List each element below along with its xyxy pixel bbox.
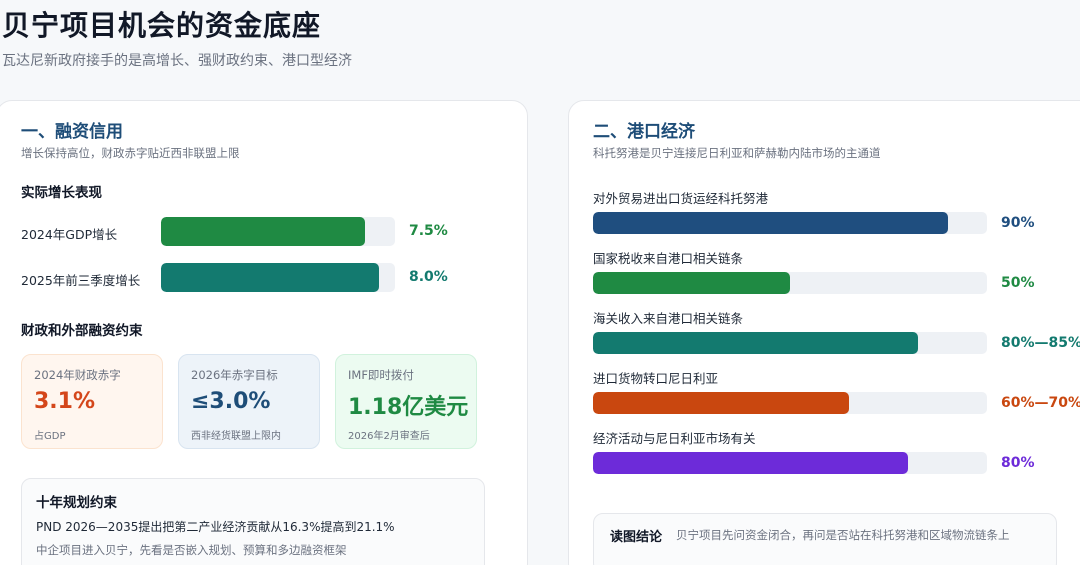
port-bar-label: 海关收入来自港口相关链条 [593, 311, 744, 326]
port-bar-value: 60%—70% [1001, 395, 1080, 411]
port-bar-track [593, 332, 987, 354]
conclusion-box: 读图结论 贝宁项目先问资金闭合，再问是否站在科托努港和区域物流链条上 [593, 513, 1057, 565]
financing-section-title: 一、融资信用 [21, 122, 123, 142]
growth-row-label: 2025年前三季度增长 [21, 273, 141, 288]
conclusion-label: 读图结论 [610, 530, 663, 545]
stat-label: 2024年财政赤字 [34, 368, 121, 382]
stat-label: 2026年赤字目标 [191, 368, 278, 382]
port-bar-fill [593, 212, 948, 234]
port-bar-value: 50% [1001, 275, 1035, 291]
port-bar-value: 80%—85% [1001, 335, 1080, 351]
stat-value: ≤3.0% [191, 389, 271, 414]
conclusion-text: 贝宁项目先问资金闭合，再问是否站在科托努港和区域物流链条上 [676, 528, 1010, 542]
stat-value: 3.1% [34, 389, 96, 414]
growth-row-label: 2024年GDP增长 [21, 227, 118, 242]
port-section-subtitle: 科托努港是贝宁连接尼日利亚和萨赫勒内陆市场的主通道 [593, 146, 881, 160]
port-bar-fill [593, 272, 790, 294]
port-bar-value: 80% [1001, 455, 1035, 471]
port-bar-label: 对外贸易进出口货运经科托努港 [593, 191, 769, 206]
stat-note: 占GDP [34, 431, 66, 442]
growth-bar-track [161, 217, 395, 246]
growth-bar-fill [161, 263, 379, 292]
port-bar-track [593, 212, 987, 234]
port-bar-label: 经济活动与尼日利亚市场有关 [593, 431, 756, 446]
stat-value: 1.18亿美元 [348, 395, 469, 420]
plan-note: 中企项目进入贝宁，先看是否嵌入规划、预算和多边融资框架 [36, 543, 347, 557]
ten-year-plan-box: 十年规划约束 PND 2026—2035提出把第二产业经济贡献从16.3%提高到… [21, 478, 485, 565]
page-title: 贝宁项目机会的资金底座 [2, 9, 322, 42]
stat-note: 西非经货联盟上限内 [191, 431, 281, 442]
port-bar-track [593, 272, 987, 294]
port-bar-label: 国家税收来自港口相关链条 [593, 251, 744, 266]
financing-credit-card: 一、融资信用 增长保持高位，财政赤字贴近西非联盟上限 实际增长表现 2024年G… [0, 100, 528, 565]
stat-card-deficit-target-2026: 2026年赤字目标 ≤3.0% 西非经货联盟上限内 [178, 354, 320, 449]
port-bar-track [593, 392, 987, 414]
port-bar-fill [593, 332, 919, 354]
stat-label: IMF即时拨付 [348, 368, 414, 382]
port-bar-label: 进口货物转口尼日利亚 [593, 371, 719, 386]
fiscal-group-title: 财政和外部融资约束 [21, 323, 143, 339]
page-subtitle: 瓦达尼新政府接手的是高增长、强财政约束、港口型经济 [2, 53, 352, 69]
plan-detail: PND 2026—2035提出把第二产业经济贡献从16.3%提高到21.1% [36, 520, 395, 534]
plan-title: 十年规划约束 [36, 495, 117, 511]
stat-card-deficit-2024: 2024年财政赤字 3.1% 占GDP [21, 354, 163, 449]
port-bar-fill [593, 452, 909, 474]
port-economy-card: 二、港口经济 科托努港是贝宁连接尼日利亚和萨赫勒内陆市场的主通道 对外贸易进出口… [568, 100, 1080, 565]
stat-note: 2026年2月审查后 [348, 431, 430, 442]
growth-value: 8.0% [409, 269, 448, 285]
port-bar-value: 90% [1001, 215, 1035, 231]
growth-bar-fill [161, 217, 366, 246]
financing-section-subtitle: 增长保持高位，财政赤字贴近西非联盟上限 [21, 146, 240, 160]
port-section-title: 二、港口经济 [593, 122, 695, 142]
port-bar-fill [593, 392, 850, 414]
growth-group-title: 实际增长表现 [21, 185, 102, 201]
growth-value: 7.5% [409, 223, 448, 239]
port-bar-track [593, 452, 987, 474]
stat-card-imf-disbursement: IMF即时拨付 1.18亿美元 2026年2月审查后 [335, 354, 477, 449]
growth-bar-track [161, 263, 395, 292]
